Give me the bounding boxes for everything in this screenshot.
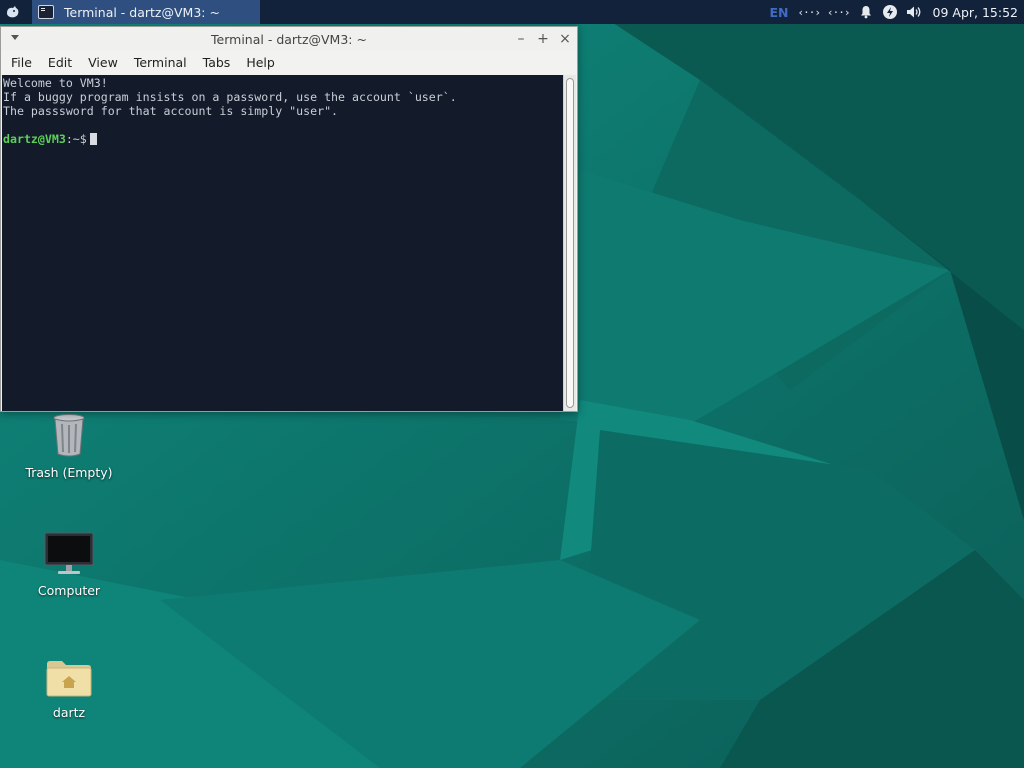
power-manager-icon[interactable] (881, 3, 899, 21)
notification-bell-icon[interactable] (857, 3, 875, 21)
terminal-line: If a buggy program insists on a password… (3, 90, 457, 104)
desktop-icon-trash[interactable]: Trash (Empty) (14, 412, 124, 480)
window-title: Terminal - dartz@VM3: ~ (211, 31, 367, 47)
monitor-icon (44, 532, 94, 574)
desktop-icon-computer[interactable]: Computer (14, 532, 124, 598)
terminal-prompt-line: dartz@VM3:~$ (2, 132, 564, 146)
network-icon[interactable]: ‹··› (798, 6, 821, 19)
window-menu-icon[interactable] (11, 35, 19, 40)
network-icon-secondary[interactable]: ‹··› (827, 6, 850, 19)
terminal-line: The passsword for that account is simply… (3, 104, 339, 118)
terminal-menubar: File Edit View Terminal Tabs Help (1, 51, 577, 75)
home-folder-icon (46, 661, 92, 697)
desktop-icon-label: Trash (Empty) (25, 465, 113, 480)
system-tray: EN ‹··› ‹··› 09 Apr, 15:52 (770, 0, 1024, 24)
menu-terminal[interactable]: Terminal (126, 51, 195, 75)
terminal-line: Welcome to VM3! (3, 76, 108, 90)
window-titlebar[interactable]: Terminal - dartz@VM3: ~ – + × (1, 27, 577, 51)
prompt-path: :~$ (65, 132, 87, 146)
desktop-icon-label: dartz (52, 705, 86, 720)
volume-icon[interactable] (905, 3, 923, 21)
terminal-scrollbar[interactable] (563, 75, 576, 411)
terminal-output[interactable]: Welcome to VM3! If a buggy program insis… (2, 75, 564, 411)
terminal-app-icon (38, 5, 54, 19)
desktop-icon-label: Computer (37, 583, 101, 598)
menu-tabs[interactable]: Tabs (195, 51, 239, 75)
maximize-icon[interactable]: + (535, 31, 551, 47)
text-cursor (89, 133, 97, 145)
menu-view[interactable]: View (80, 51, 126, 75)
minimize-icon[interactable]: – (513, 31, 529, 47)
top-panel: Terminal - dartz@VM3: ~ EN ‹··› ‹··› 09 … (0, 0, 1024, 24)
desktop-icon-home[interactable]: dartz (14, 658, 124, 720)
keyboard-layout-indicator[interactable]: EN (770, 5, 789, 20)
close-icon[interactable]: × (557, 31, 573, 47)
menu-file[interactable]: File (3, 51, 40, 75)
whisker-menu-button[interactable] (0, 0, 26, 24)
menu-edit[interactable]: Edit (40, 51, 80, 75)
scrollbar-thumb[interactable] (566, 78, 574, 408)
prompt-user-host: dartz@VM3 (3, 132, 66, 146)
panel-clock[interactable]: 09 Apr, 15:52 (933, 5, 1018, 20)
taskbar-item-label: Terminal - dartz@VM3: ~ (64, 4, 220, 20)
taskbar-item-terminal[interactable]: Terminal - dartz@VM3: ~ (32, 0, 260, 24)
menu-help[interactable]: Help (238, 51, 283, 75)
trash-icon (53, 414, 85, 457)
terminal-window[interactable]: Terminal - dartz@VM3: ~ – + × File Edit … (0, 26, 578, 412)
xfce-mouse-icon (7, 6, 19, 18)
